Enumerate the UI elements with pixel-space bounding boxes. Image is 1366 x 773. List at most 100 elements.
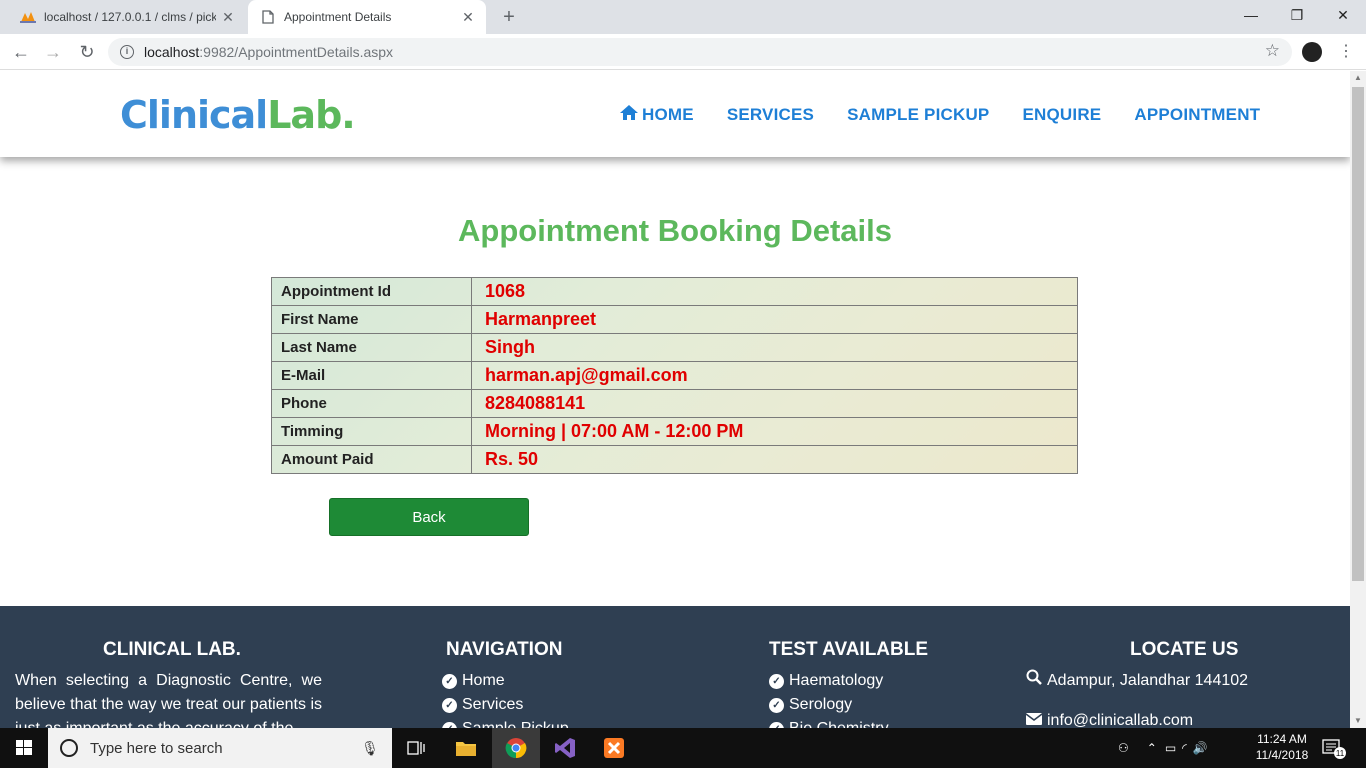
- url-text: localhost:9982/AppointmentDetails.aspx: [144, 44, 394, 60]
- visual-studio-icon[interactable]: [541, 728, 589, 768]
- table-row: Appointment Id 1068: [271, 277, 1078, 306]
- people-icon[interactable]: ⚇: [1118, 741, 1129, 755]
- reload-icon[interactable]: ↻: [74, 40, 100, 64]
- check-circle-icon: ✓: [769, 697, 784, 713]
- new-tab-icon[interactable]: +: [498, 6, 520, 28]
- table-row: E-Mail harman.apj@gmail.com: [271, 361, 1078, 390]
- footer-about-text: When selecting a Diagnostic Centre, we b…: [15, 672, 322, 728]
- address-bar[interactable]: i localhost:9982/AppointmentDetails.aspx…: [108, 38, 1292, 66]
- field-value: 1068: [471, 277, 1078, 306]
- footer-tests-heading: TEST AVAILABLE: [769, 639, 929, 660]
- browser-menu-icon[interactable]: ⋮: [1338, 40, 1354, 64]
- site-footer: CLINICAL LAB. When selecting a Diagnosti…: [0, 606, 1350, 728]
- field-label: First Name: [271, 305, 472, 334]
- main-nav: HOME SERVICES SAMPLE PICKUP ENQUIRE APPO…: [620, 105, 1260, 125]
- footer-nav-heading: NAVIGATION: [446, 639, 563, 660]
- volume-icon[interactable]: 🔊: [1193, 741, 1208, 755]
- wifi-icon[interactable]: ◜: [1182, 741, 1187, 755]
- battery-icon[interactable]: ▭: [1165, 741, 1176, 755]
- footer-link-home[interactable]: ✓ Home: [442, 669, 569, 693]
- footer-tests-list: ✓Haematology ✓Serology ✓Bio Chemistry: [769, 669, 889, 728]
- minimize-icon[interactable]: —: [1228, 0, 1274, 30]
- page-title: Appointment Booking Details: [458, 213, 892, 248]
- appointment-details-table: Appointment Id 1068 First Name Harmanpreet L…: [271, 277, 1078, 474]
- tab-title: localhost / 127.0.0.1 / clms / pick: [44, 10, 216, 24]
- table-row: Amount Paid Rs. 50: [271, 445, 1078, 474]
- xampp-icon[interactable]: [590, 728, 638, 768]
- check-circle-icon: ✓: [442, 697, 457, 713]
- back-button[interactable]: Back: [329, 498, 529, 536]
- task-view-icon[interactable]: [392, 728, 440, 768]
- browser-toolbar: ← → ↻ i localhost:9982/AppointmentDetail…: [0, 34, 1366, 70]
- tab-appointment-details[interactable]: Appointment Details ✕: [248, 0, 486, 34]
- scroll-thumb[interactable]: [1352, 87, 1364, 581]
- chrome-icon[interactable]: [492, 728, 540, 768]
- site-header: ClinicalLab. HOME SERVICES SAMPLE PICKUP…: [0, 71, 1350, 157]
- page-scrollbar[interactable]: ▲ ▼: [1350, 71, 1366, 728]
- chevron-up-icon[interactable]: ⌃: [1147, 741, 1157, 755]
- table-row: First Name Harmanpreet: [271, 305, 1078, 334]
- footer-test-bio-chemistry[interactable]: ✓Bio Chemistry: [769, 717, 889, 728]
- nav-sample-pickup[interactable]: SAMPLE PICKUP: [847, 105, 989, 125]
- tab-title: Appointment Details: [284, 10, 392, 24]
- close-tab-icon[interactable]: ✕: [456, 9, 480, 26]
- field-value: 8284088141: [471, 389, 1078, 418]
- page-viewport: ClinicalLab. HOME SERVICES SAMPLE PICKUP…: [0, 71, 1350, 728]
- tab-phpmyadmin[interactable]: localhost / 127.0.0.1 / clms / pick ✕: [8, 0, 246, 34]
- footer-address: Adampur, Jalandhar 144102: [1026, 669, 1248, 693]
- taskbar-search-input[interactable]: Type here to search 🎙: [48, 728, 392, 768]
- footer-test-serology[interactable]: ✓ Serology: [769, 693, 889, 717]
- browser-tab-strip: localhost / 127.0.0.1 / clms / pick ✕ Ap…: [0, 0, 1366, 34]
- nav-services[interactable]: SERVICES: [727, 105, 814, 125]
- clock-date: 11/4/2018: [1255, 748, 1309, 762]
- nav-home[interactable]: HOME: [620, 105, 694, 125]
- back-arrow-icon[interactable]: ←: [8, 40, 34, 64]
- footer-test-haematology[interactable]: ✓ Haematology: [769, 669, 889, 693]
- field-label: Timming: [271, 417, 472, 446]
- info-icon[interactable]: i: [120, 45, 134, 59]
- field-label: E-Mail: [271, 361, 472, 390]
- close-tab-icon[interactable]: ✕: [216, 9, 240, 26]
- nav-appointment[interactable]: APPOINTMENT: [1134, 105, 1260, 125]
- footer-link-services[interactable]: ✓ Services: [442, 693, 569, 717]
- file-explorer-icon[interactable]: [442, 728, 490, 768]
- footer-locate-heading: LOCATE US: [1130, 639, 1239, 660]
- forward-arrow-icon[interactable]: →: [40, 40, 66, 64]
- nav-enquire[interactable]: ENQUIRE: [1022, 105, 1101, 125]
- scroll-up-icon[interactable]: ▲: [1350, 71, 1366, 85]
- field-label: Amount Paid: [271, 445, 472, 474]
- field-label: Phone: [271, 389, 472, 418]
- profile-avatar[interactable]: [1302, 42, 1322, 62]
- field-value: harman.apj@gmail.com: [471, 361, 1078, 390]
- field-value: Singh: [471, 333, 1078, 362]
- scroll-down-icon[interactable]: ▼: [1350, 714, 1366, 728]
- footer-nav-list: ✓Home ✓Services ✓Sample Pickup: [442, 669, 569, 728]
- field-value: Rs. 50: [471, 445, 1078, 474]
- map-search-icon: [1026, 669, 1042, 693]
- table-row: Last Name Singh: [271, 333, 1078, 362]
- notification-badge: 11: [1336, 749, 1345, 758]
- field-label: Appointment Id: [271, 277, 472, 306]
- field-label: Last Name: [271, 333, 472, 362]
- site-logo[interactable]: ClinicalLab.: [120, 93, 356, 137]
- cortana-icon: [60, 739, 78, 757]
- footer-email[interactable]: info@clinicallab.com: [1025, 709, 1193, 728]
- windows-taskbar: Type here to search 🎙 ⚇ ⌃ ▭ ◜ 🔊 11:24 AM…: [0, 728, 1366, 768]
- footer-about-heading: CLINICAL LAB.: [103, 639, 241, 660]
- search-placeholder: Type here to search: [90, 739, 223, 757]
- taskbar-clock[interactable]: 11:24 AM 11/4/2018: [1250, 731, 1314, 763]
- clock-time: 11:24 AM: [1257, 732, 1307, 746]
- footer-link-sample-pickup[interactable]: ✓Sample Pickup: [442, 717, 569, 728]
- notification-center-icon[interactable]: 11: [1320, 736, 1348, 760]
- phpmyadmin-icon: [20, 9, 36, 25]
- bookmark-star-icon[interactable]: ☆: [1265, 41, 1280, 61]
- restore-icon[interactable]: ❐: [1274, 0, 1320, 30]
- microphone-icon[interactable]: 🎙: [360, 740, 380, 757]
- close-window-icon[interactable]: ✕: [1320, 0, 1366, 30]
- check-circle-icon: ✓: [769, 673, 784, 689]
- field-value: Morning | 07:00 AM - 12:00 PM: [471, 417, 1078, 446]
- windows-start-icon[interactable]: [0, 728, 48, 768]
- check-circle-icon: ✓: [442, 673, 457, 689]
- table-row: Timming Morning | 07:00 AM - 12:00 PM: [271, 417, 1078, 446]
- home-icon: [620, 105, 638, 125]
